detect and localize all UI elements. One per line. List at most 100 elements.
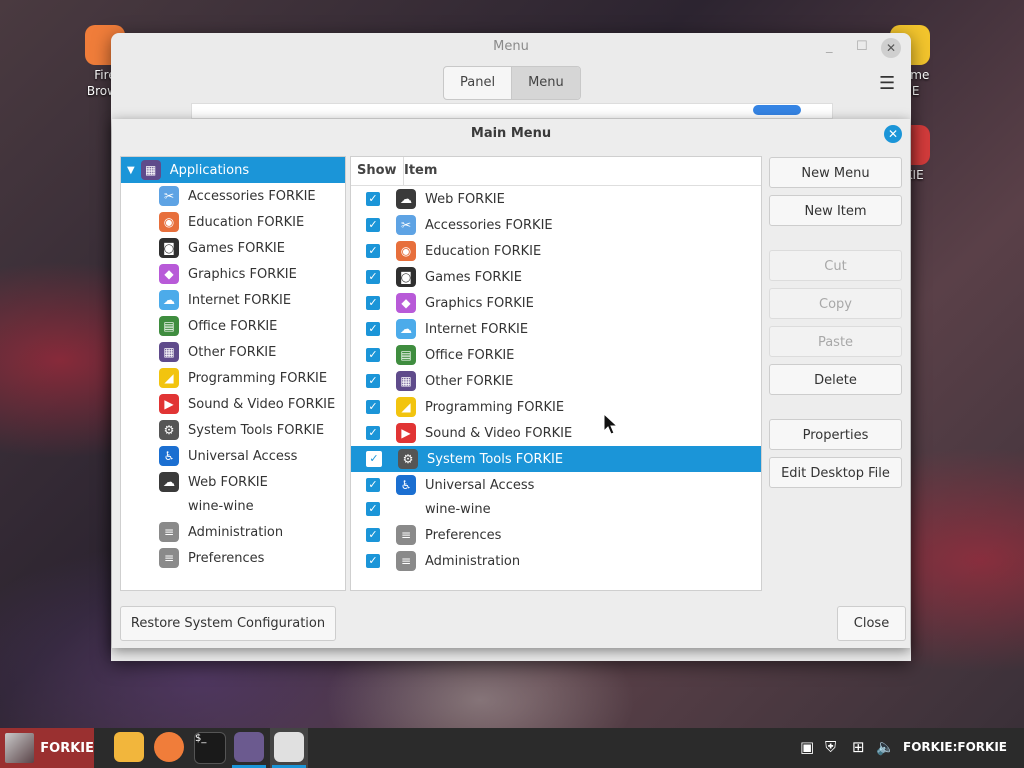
- tree-item[interactable]: wine-wine: [121, 493, 345, 519]
- menu-tree: ▼ ▦ Applications ✂ Accessories FORKIE ◉ Edu…: [120, 156, 346, 591]
- menu-item-row[interactable]: ✓ ☁ Web FORKIE: [351, 186, 761, 212]
- tree-item[interactable]: ☁ Web FORKIE: [121, 469, 345, 495]
- tree-item-label: Preferences: [188, 550, 265, 566]
- delete-button[interactable]: Delete: [769, 364, 902, 395]
- tree-item-label: Office FORKIE: [188, 318, 278, 334]
- tree-item[interactable]: ▤ Office FORKIE: [121, 313, 345, 339]
- tab-menu[interactable]: Menu: [511, 67, 580, 99]
- column-header-item[interactable]: Item: [398, 157, 761, 186]
- minimize-icon[interactable]: _: [826, 39, 833, 54]
- show-checkbox[interactable]: ✓: [366, 192, 380, 206]
- show-checkbox[interactable]: ✓: [366, 296, 380, 310]
- menu-item-row[interactable]: ✓ ≡ Preferences: [351, 522, 761, 548]
- show-checkbox[interactable]: ✓: [366, 528, 380, 542]
- file-manager-icon[interactable]: [114, 732, 144, 762]
- show-checkbox[interactable]: ✓: [366, 348, 380, 362]
- menu-item-row[interactable]: ✓ ≡ Administration: [351, 548, 761, 574]
- taskbar: FORKIE $_ ▣ ⛨ ⊞ 🔈 FORKIE:FORKIE: [0, 728, 1024, 768]
- tree-item[interactable]: ☁ Internet FORKIE: [121, 287, 345, 313]
- programming-icon: ◢: [396, 397, 416, 417]
- show-checkbox[interactable]: ✓: [366, 502, 380, 516]
- web-cloud-icon: ☁: [396, 189, 416, 209]
- show-checkbox[interactable]: ✓: [366, 270, 380, 284]
- new-menu-button[interactable]: New Menu: [769, 157, 902, 188]
- show-checkbox[interactable]: ✓: [366, 451, 382, 467]
- menu-item-label: Games FORKIE: [425, 269, 522, 285]
- menu-item-row[interactable]: ✓ ▶ Sound & Video FORKIE: [351, 420, 761, 446]
- user-session-label[interactable]: FORKIE:FORKIE: [903, 740, 1007, 754]
- edit-desktop-file-button[interactable]: Edit Desktop File: [769, 457, 902, 488]
- tree-item-label: Sound & Video FORKIE: [188, 396, 336, 412]
- menu-item-label: Sound & Video FORKIE: [425, 425, 573, 441]
- graphics-icon: ◆: [396, 293, 416, 313]
- show-checkbox[interactable]: ✓: [366, 244, 380, 258]
- tree-item[interactable]: ▶ Sound & Video FORKIE: [121, 391, 345, 417]
- copy-button[interactable]: Copy: [769, 288, 902, 319]
- tree-item[interactable]: ◢ Programming FORKIE: [121, 365, 345, 391]
- hamburger-menu-icon[interactable]: ☰: [879, 73, 895, 94]
- cut-button[interactable]: Cut: [769, 250, 902, 281]
- maximize-icon[interactable]: ☐: [856, 39, 868, 54]
- show-checkbox[interactable]: ✓: [366, 478, 380, 492]
- menu-item-row[interactable]: ✓ ⚙ System Tools FORKIE: [351, 446, 761, 472]
- column-header-show[interactable]: Show: [351, 157, 404, 186]
- close-icon[interactable]: ✕: [884, 125, 902, 143]
- menu-item-row[interactable]: ✓ ◉ Education FORKIE: [351, 238, 761, 264]
- tree-item[interactable]: ≡ Administration: [121, 519, 345, 545]
- menu-item-label: Web FORKIE: [425, 191, 505, 207]
- toggle-switch[interactable]: [753, 105, 801, 115]
- menu-item-row[interactable]: ✓ ◆ Graphics FORKIE: [351, 290, 761, 316]
- paste-button[interactable]: Paste: [769, 326, 902, 357]
- clipboard-icon[interactable]: ▣: [800, 738, 814, 756]
- tab-switcher: Panel Menu: [443, 66, 581, 100]
- tree-item[interactable]: ✂ Accessories FORKIE: [121, 183, 345, 209]
- cloud-icon: ☁: [396, 319, 416, 339]
- tab-panel[interactable]: Panel: [444, 67, 511, 99]
- tree-item[interactable]: ⚙ System Tools FORKIE: [121, 417, 345, 443]
- toggles-icon: ≡: [159, 548, 179, 568]
- firefox-icon[interactable]: [154, 732, 184, 762]
- menu-item-row[interactable]: ✓ ☁ Internet FORKIE: [351, 316, 761, 342]
- settings-app-icon[interactable]: [274, 732, 304, 762]
- menu-item-row[interactable]: ✓ ◙ Games FORKIE: [351, 264, 761, 290]
- shield-icon[interactable]: ⛨: [825, 738, 836, 756]
- education-icon: ◉: [159, 212, 179, 232]
- tree-item[interactable]: ♿ Universal Access: [121, 443, 345, 469]
- menu-editor-icon[interactable]: [234, 732, 264, 762]
- tree-item[interactable]: ◆ Graphics FORKIE: [121, 261, 345, 287]
- start-menu-button[interactable]: FORKIE: [0, 728, 94, 768]
- menu-item-label: Internet FORKIE: [425, 321, 529, 337]
- show-checkbox[interactable]: ✓: [366, 426, 380, 440]
- tree-item[interactable]: ≡ Preferences: [121, 545, 345, 571]
- menu-item-row[interactable]: ✓ wine-wine: [351, 496, 761, 522]
- menu-item-row[interactable]: ✓ ♿ Universal Access: [351, 472, 761, 498]
- menu-item-row[interactable]: ✓ ◢ Programming FORKIE: [351, 394, 761, 420]
- menu-item-row[interactable]: ✓ ✂ Accessories FORKIE: [351, 212, 761, 238]
- show-checkbox[interactable]: ✓: [366, 400, 380, 414]
- show-checkbox[interactable]: ✓: [366, 374, 380, 388]
- tree-item-applications[interactable]: ▼ ▦ Applications: [121, 157, 345, 183]
- terminal-icon[interactable]: $_: [194, 732, 226, 764]
- restore-system-configuration-button[interactable]: Restore System Configuration: [120, 606, 336, 641]
- new-item-button[interactable]: New Item: [769, 195, 902, 226]
- menu-item-row[interactable]: ✓ ▤ Office FORKIE: [351, 342, 761, 368]
- menu-item-row[interactable]: ✓ ▦ Other FORKIE: [351, 368, 761, 394]
- scissors-icon: ✂: [159, 186, 179, 206]
- show-checkbox[interactable]: ✓: [366, 322, 380, 336]
- properties-button[interactable]: Properties: [769, 419, 902, 450]
- volume-icon[interactable]: 🔈: [876, 738, 895, 756]
- gamepad-icon: ◙: [396, 267, 416, 287]
- expander-icon[interactable]: ▼: [127, 165, 135, 176]
- tree-item[interactable]: ▦ Other FORKIE: [121, 339, 345, 365]
- tree-item-label: Internet FORKIE: [188, 292, 292, 308]
- education-icon: ◉: [396, 241, 416, 261]
- close-button[interactable]: Close: [837, 606, 906, 641]
- network-icon[interactable]: ⊞: [852, 738, 865, 756]
- show-checkbox[interactable]: ✓: [366, 554, 380, 568]
- show-checkbox[interactable]: ✓: [366, 218, 380, 232]
- close-icon[interactable]: ✕: [881, 38, 901, 58]
- tree-item[interactable]: ◙ Games FORKIE: [121, 235, 345, 261]
- play-icon: ▶: [159, 394, 179, 414]
- tree-item[interactable]: ◉ Education FORKIE: [121, 209, 345, 235]
- menu-item-label: wine-wine: [425, 501, 491, 517]
